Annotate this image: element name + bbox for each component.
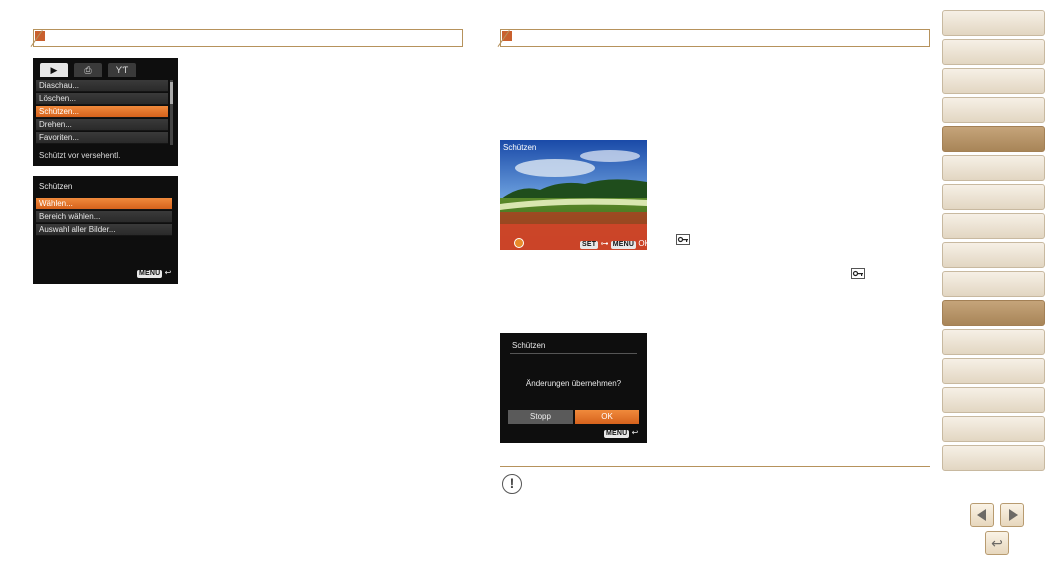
- back-page-button[interactable]: ↩: [985, 531, 1009, 555]
- landscape-photo: [500, 140, 647, 250]
- print-tab-icon[interactable]: ⎙: [74, 63, 102, 77]
- key-icon: ⊶: [600, 239, 609, 248]
- confirm-dialog-screen: Schützen Änderungen übernehmen? Stopp OK…: [500, 333, 647, 443]
- protect-photo-screen: Schützen SET ⊶ MENU OK: [500, 140, 647, 250]
- sidebar-tab-12[interactable]: [942, 329, 1045, 355]
- menu-item-auswahl-aller-bilder[interactable]: Auswahl aller Bilder...: [36, 224, 172, 236]
- menu-item-drehen[interactable]: Drehen...: [36, 119, 168, 131]
- set-button-badge: SET: [580, 241, 599, 249]
- section-header-bar-right: [497, 29, 930, 47]
- menu-item-favoriten[interactable]: Favoriten...: [36, 132, 168, 144]
- photo-controls-hint: SET ⊶ MENU OK: [580, 239, 647, 249]
- sidebar-tab-15[interactable]: [942, 416, 1045, 442]
- dialog-divider: [510, 353, 637, 354]
- menu-button-badge: MENU: [604, 430, 630, 438]
- sidebar-tab-5[interactable]: [942, 126, 1045, 152]
- back-icon: ↩: [631, 428, 639, 437]
- caution-icon: !: [502, 474, 522, 494]
- sidebar-tab-9[interactable]: [942, 242, 1045, 268]
- camera-menu-screen: ▶ ⎙ ƳƬ Diaschau... Löschen... Schützen..…: [33, 58, 178, 166]
- menu-back-hint[interactable]: MENU ↩: [137, 268, 171, 278]
- menu-tab-bar: ▶ ⎙ ƳƬ: [36, 63, 164, 77]
- sidebar-tab-10[interactable]: [942, 271, 1045, 297]
- menu-button-badge: MENU: [137, 270, 163, 278]
- protect-menu-title: Schützen: [39, 182, 73, 191]
- back-icon: ↩: [164, 268, 172, 277]
- menu-scroll-thumb[interactable]: [170, 82, 173, 104]
- sidebar-tab-11[interactable]: [942, 300, 1045, 326]
- play-tab-icon[interactable]: ▶: [40, 63, 68, 77]
- sidebar-tab-6[interactable]: [942, 155, 1045, 181]
- next-page-button[interactable]: [1000, 503, 1024, 527]
- sidebar-tab-4[interactable]: [942, 97, 1045, 123]
- sidebar-tab-2[interactable]: [942, 39, 1045, 65]
- previous-page-button[interactable]: [970, 503, 994, 527]
- sidebar-tab-16[interactable]: [942, 445, 1045, 471]
- sidebar-tab-14[interactable]: [942, 387, 1045, 413]
- dialog-question: Änderungen übernehmen?: [525, 379, 622, 388]
- sidebar-tab-1[interactable]: [942, 10, 1045, 36]
- photo-screen-title: Schützen: [503, 143, 537, 152]
- dial-icon: [514, 238, 524, 248]
- menu-item-loeschen[interactable]: Löschen...: [36, 93, 168, 105]
- menu-item-waehlen[interactable]: Wählen...: [36, 198, 172, 210]
- menu-item-schuetzen[interactable]: Schützen...: [36, 106, 168, 118]
- menu-button-badge: MENU: [610, 241, 637, 249]
- arrow-right-icon: [1009, 509, 1018, 521]
- protect-key-icon: [851, 268, 865, 279]
- sidebar-tab-7[interactable]: [942, 184, 1045, 210]
- setup-tab-icon[interactable]: ƳƬ: [108, 63, 136, 77]
- sidebar-tab-3[interactable]: [942, 68, 1045, 94]
- return-icon: ↩: [991, 535, 1003, 551]
- ok-label: OK: [638, 239, 647, 248]
- sidebar-tab-8[interactable]: [942, 213, 1045, 239]
- menu-item-diaschau[interactable]: Diaschau...: [36, 80, 168, 92]
- menu-hint-text: Schützt vor versehentl.: [39, 151, 121, 160]
- protect-menu-screen: Schützen Wählen... Bereich wählen... Aus…: [33, 176, 178, 284]
- menu-back-hint[interactable]: MENU ↩: [604, 428, 638, 438]
- stop-button[interactable]: Stopp: [508, 410, 573, 424]
- caution-divider: [500, 466, 930, 467]
- section-header-bar-left: [30, 29, 463, 47]
- arrow-left-icon: [977, 509, 986, 521]
- dialog-title: Schützen: [512, 341, 546, 350]
- sidebar-tab-13[interactable]: [942, 358, 1045, 384]
- protect-key-icon: [676, 234, 690, 245]
- ok-button[interactable]: OK: [575, 410, 639, 424]
- menu-item-bereich-waehlen[interactable]: Bereich wählen...: [36, 211, 172, 223]
